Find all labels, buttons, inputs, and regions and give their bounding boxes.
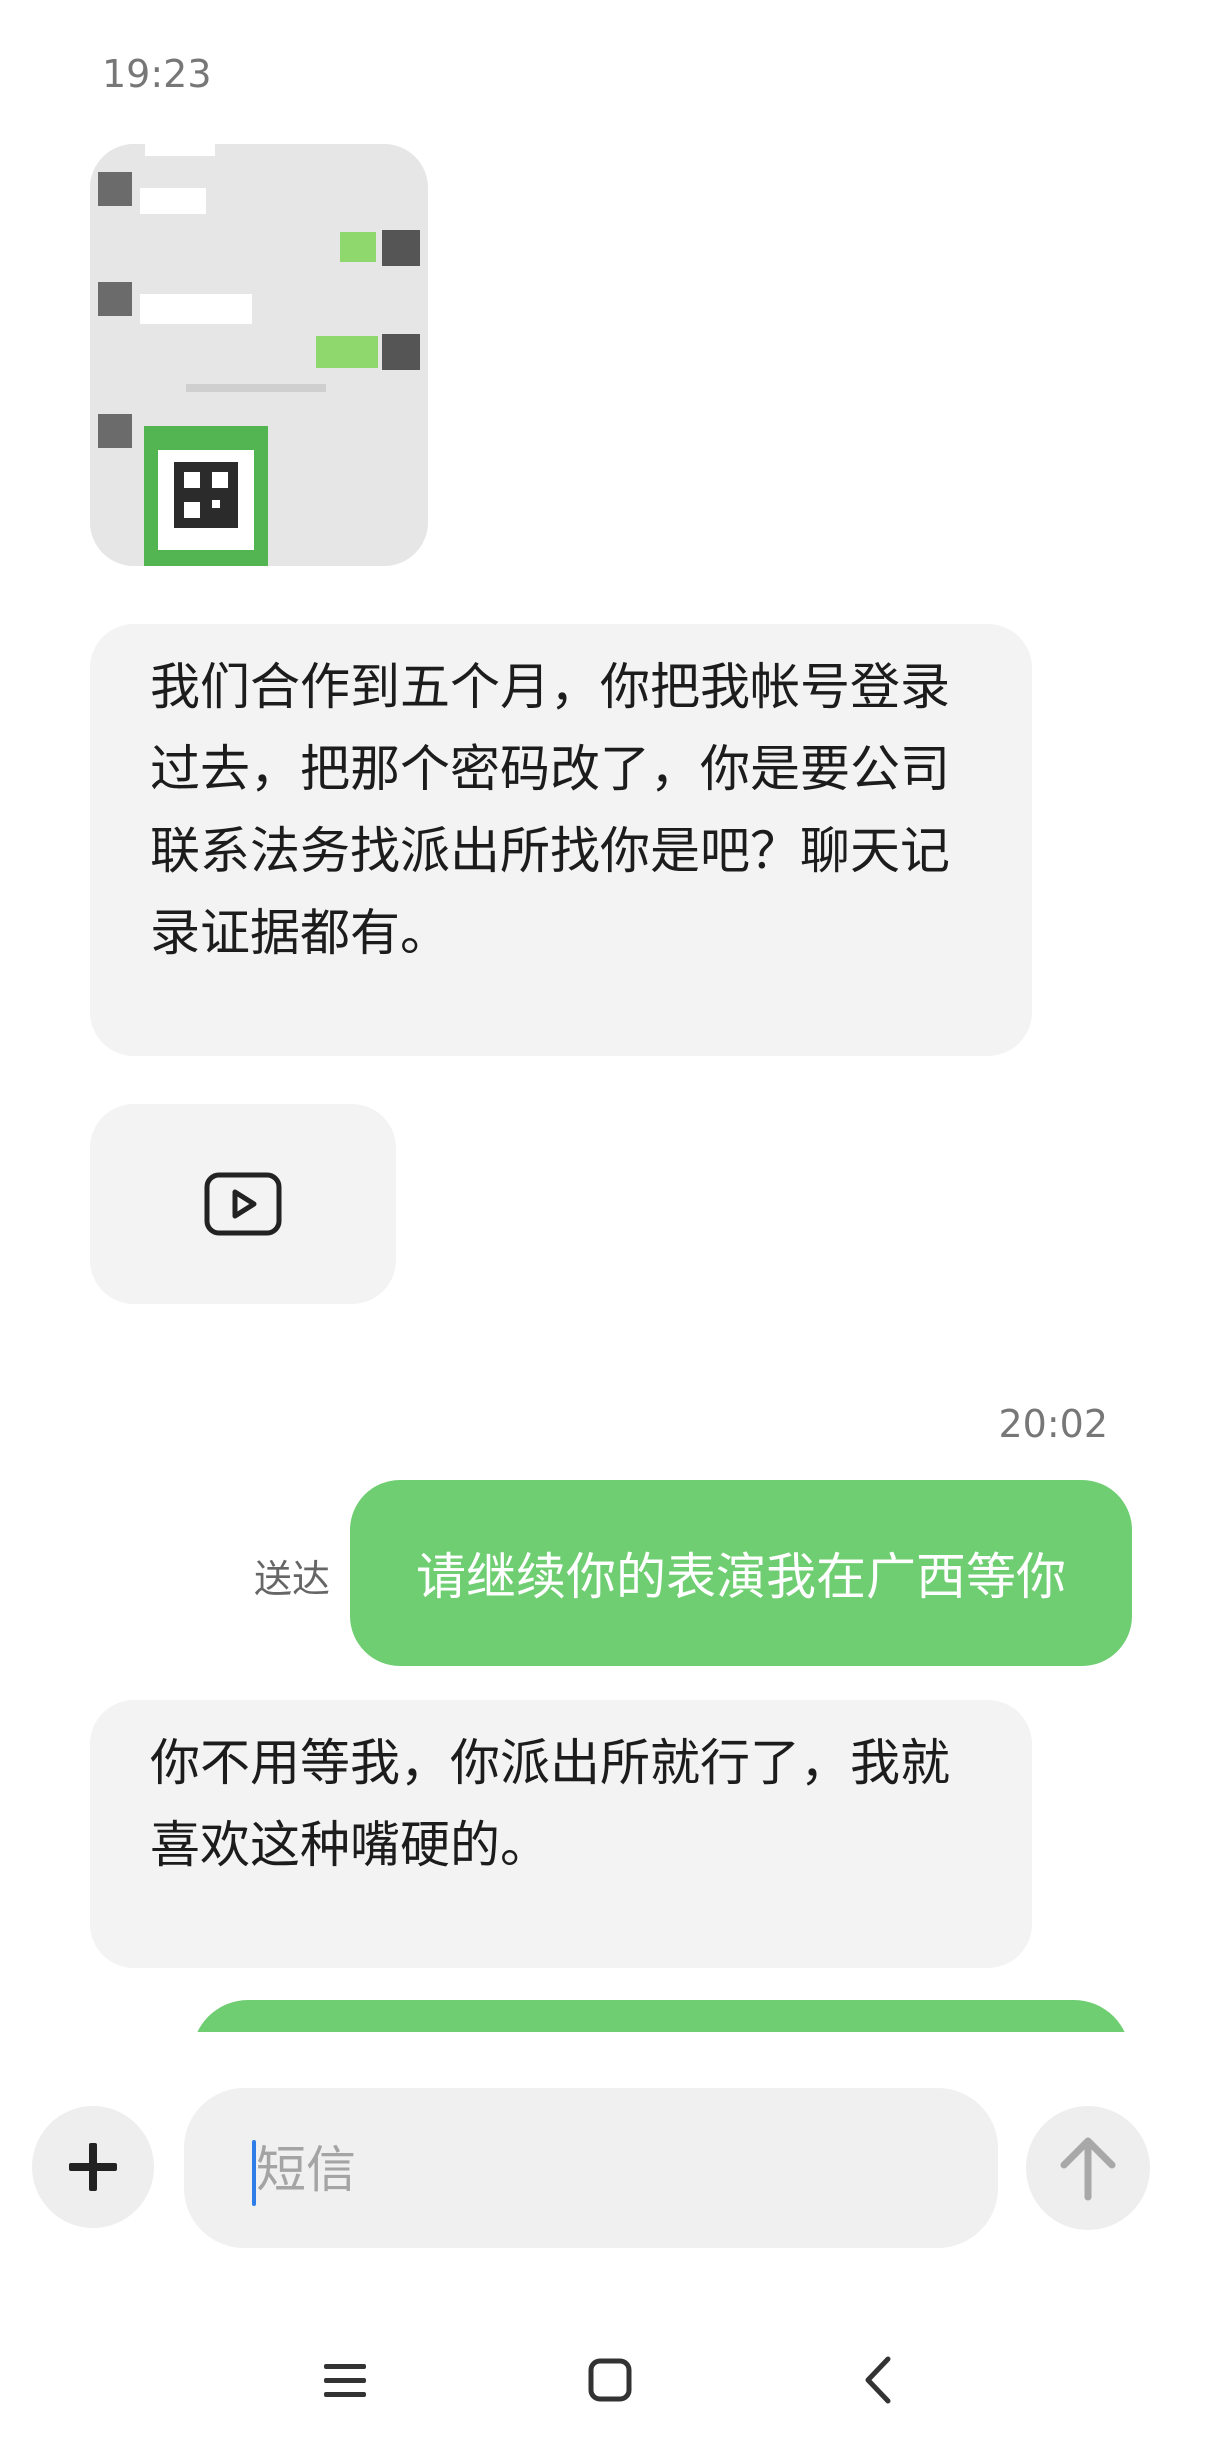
play-video-icon (204, 1172, 282, 1236)
image-message[interactable] (90, 144, 428, 566)
outgoing-message-partial[interactable] (192, 2000, 1130, 2032)
system-navigation-bar (0, 2310, 1220, 2442)
arrow-up-icon (1060, 2137, 1116, 2201)
send-button[interactable] (1026, 2106, 1150, 2230)
incoming-message[interactable]: 我们合作到五个月，你把我帐号登录过去，把那个密码改了，你是要公司联系法务找派出所… (90, 624, 1032, 1056)
chat-screenshot-thumbnail (90, 144, 428, 566)
home-icon (588, 2358, 632, 2402)
message-timestamp: 20:02 (998, 1402, 1108, 1446)
message-thread[interactable]: 19:23 我们合作到五个月，你把我帐号登录过去，把那个密码改了，你是要公司联系… (0, 0, 1220, 2032)
menu-icon (324, 2364, 366, 2397)
incoming-message[interactable]: 你不用等我，你派出所就行了，我就喜欢这种嘴硬的。 (90, 1700, 1032, 1968)
message-input[interactable]: 短信 (184, 2088, 998, 2248)
recent-apps-button[interactable] (300, 2340, 390, 2420)
back-icon (865, 2356, 891, 2404)
message-timestamp: 19:23 (102, 52, 212, 96)
plus-icon (69, 2143, 117, 2191)
message-input-placeholder: 短信 (256, 2141, 356, 2199)
home-button[interactable] (565, 2340, 655, 2420)
outgoing-message[interactable]: 请继续你的表演我在广西等你 (350, 1480, 1132, 1666)
video-message[interactable] (90, 1104, 396, 1304)
delivery-status: 送达 (254, 1557, 331, 1601)
back-button[interactable] (832, 2340, 922, 2420)
add-attachment-button[interactable] (32, 2106, 154, 2228)
